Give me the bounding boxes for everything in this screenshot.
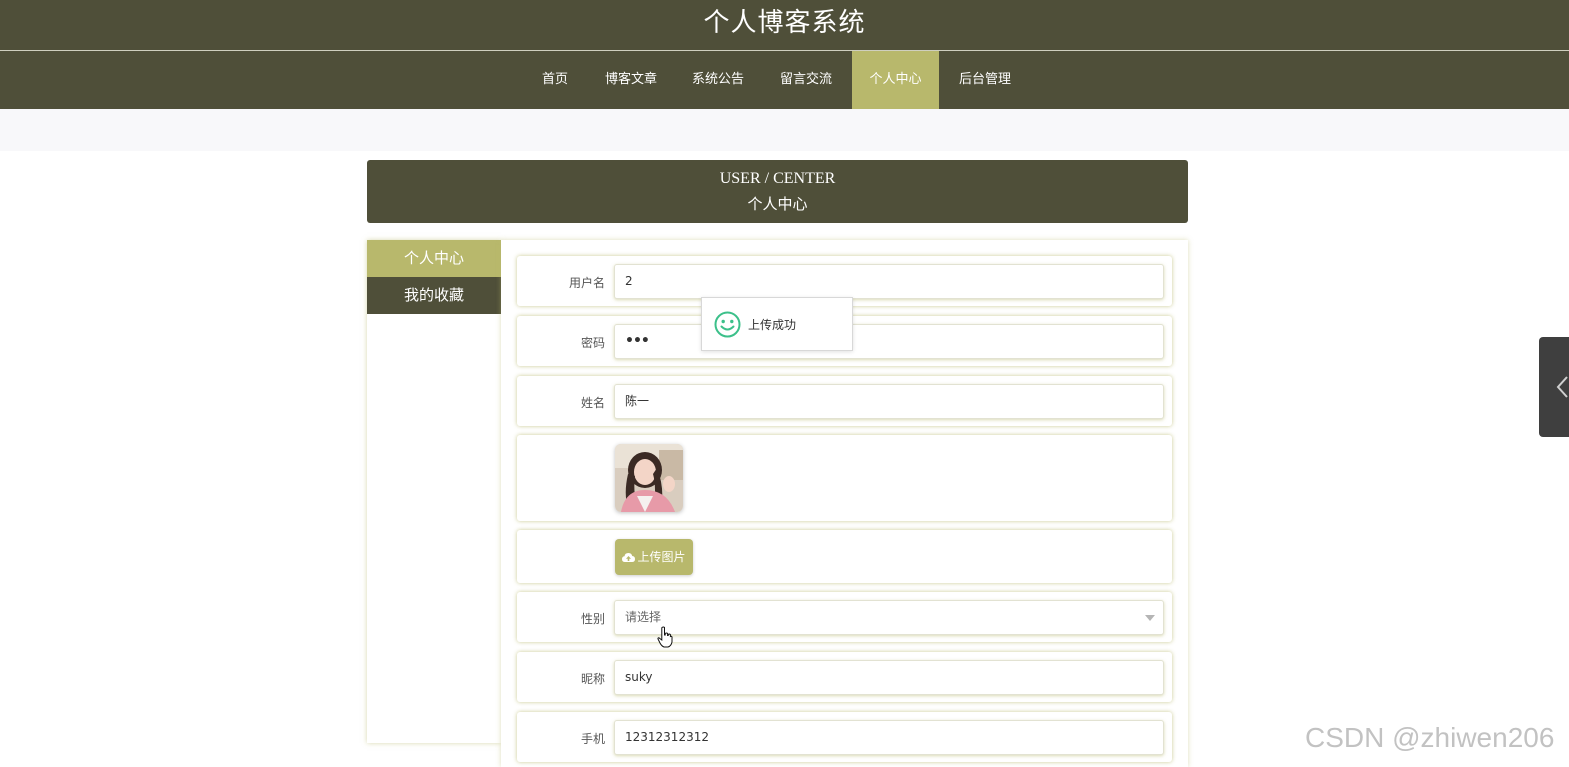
- gender-label: 性别: [580, 612, 605, 626]
- main-nav: 首页 博客文章 系统公告 留言交流 个人中心 后台管理: [0, 51, 1569, 109]
- sidebar-item-user-center[interactable]: 个人中心: [367, 240, 501, 277]
- upload-success-toast: 上传成功: [701, 297, 853, 351]
- username-input[interactable]: 2: [614, 264, 1164, 299]
- site-title: 个人博客系统: [703, 8, 866, 38]
- phone-label: 手机: [580, 732, 605, 746]
- name-input[interactable]: 陈一: [614, 384, 1164, 419]
- site-header: 个人博客系统 首页 博客文章 系统公告 留言交流 个人中心 后台管理: [0, 0, 1569, 109]
- name-row: 姓名 陈一: [517, 376, 1172, 426]
- sub-header-band: [0, 109, 1569, 151]
- nickname-input[interactable]: suky: [614, 660, 1164, 695]
- cloud-upload-icon: [622, 553, 636, 562]
- section-banner: USER / CENTER 个人中心: [367, 160, 1188, 223]
- upload-button-label: 上传图片: [637, 550, 686, 564]
- username-label: 用户名: [568, 276, 605, 290]
- nav-item-user-center[interactable]: 个人中心: [852, 51, 939, 109]
- chevron-down-icon: [1145, 615, 1155, 621]
- side-drawer-toggle[interactable]: [1539, 337, 1569, 437]
- phone-row: 手机 12312312312: [517, 712, 1172, 762]
- banner-title-cn: 个人中心: [747, 195, 808, 213]
- password-input[interactable]: •••: [614, 324, 1164, 359]
- chevron-left-icon: [1556, 376, 1568, 398]
- phone-input[interactable]: 12312312312: [614, 720, 1164, 755]
- nickname-row: 昵称 suky: [517, 652, 1172, 702]
- upload-row: 上传图片: [517, 530, 1172, 583]
- gender-select[interactable]: 请选择: [614, 600, 1164, 635]
- avatar-image: [615, 444, 683, 512]
- avatar-row: [517, 435, 1172, 521]
- user-sidebar: 个人中心 我的收藏: [367, 240, 501, 743]
- csdn-watermark: CSDN @zhiwen206: [1305, 722, 1555, 753]
- toast-message: 上传成功: [748, 318, 797, 332]
- nav-item-announcements[interactable]: 系统公告: [681, 51, 755, 109]
- sidebar-item-my-favorites[interactable]: 我的收藏: [367, 277, 501, 314]
- gender-select-placeholder: 请选择: [625, 610, 662, 624]
- smile-icon: [714, 311, 741, 338]
- gender-row: 性别 请选择: [517, 592, 1172, 642]
- hand-cursor-icon: [657, 626, 673, 648]
- nav-item-blog-articles[interactable]: 博客文章: [594, 51, 668, 109]
- nickname-label: 昵称: [580, 672, 605, 686]
- nav-item-admin[interactable]: 后台管理: [947, 51, 1023, 109]
- upload-image-button[interactable]: 上传图片: [615, 539, 693, 575]
- banner-title-en: USER / CENTER: [719, 170, 836, 187]
- password-label: 密码: [580, 336, 605, 350]
- name-label: 姓名: [580, 396, 605, 410]
- nav-item-home[interactable]: 首页: [525, 51, 585, 109]
- nav-item-message-board[interactable]: 留言交流: [768, 51, 844, 109]
